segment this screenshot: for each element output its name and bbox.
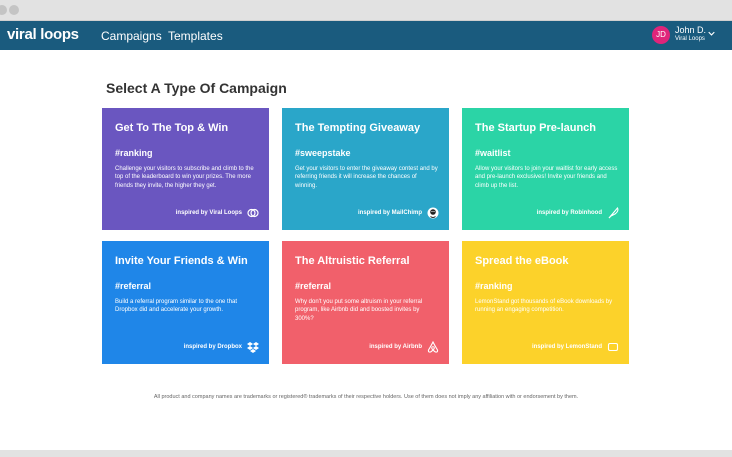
card-description: Why don't you put some altruism in your … xyxy=(295,299,423,322)
card-footer: inspired by MailChimp xyxy=(358,207,439,219)
window-dot-icon[interactable] xyxy=(9,5,19,15)
card-title: The Tempting Giveaway xyxy=(295,122,421,134)
avatar[interactable]: JD xyxy=(652,26,670,44)
card-tag: #ranking xyxy=(115,148,153,158)
card-description: Challenge your visitors to subscribe and… xyxy=(115,166,254,189)
card-footer: inspired by LemonStand xyxy=(532,341,619,353)
card-description: Build a referral program similar to the … xyxy=(115,299,238,314)
browser-chrome xyxy=(0,0,732,21)
nav-templates[interactable]: Templates xyxy=(168,29,223,43)
card-inspired-by: inspired by Robinhood xyxy=(536,210,602,216)
card-description: Get your visitors to enter the giveaway … xyxy=(295,166,438,189)
card-footer: inspired by Robinhood xyxy=(537,207,619,219)
viral-loops-logo-icon xyxy=(247,208,259,218)
top-navbar: viral loops Campaigns Templates JD John … xyxy=(0,21,732,50)
campaign-card-invite-friends[interactable]: Invite Your Friends & Win #referral Buil… xyxy=(102,241,269,364)
campaign-card-ebook[interactable]: Spread the eBook #ranking LemonStand got… xyxy=(462,241,629,364)
card-footer: inspired by Viral Loops xyxy=(176,207,259,219)
robinhood-feather-icon xyxy=(608,207,619,219)
viral-loops-logo[interactable]: viral loops xyxy=(7,26,79,43)
footer-disclaimer: All product and company names are tradem… xyxy=(153,394,579,400)
user-name[interactable]: John D. xyxy=(675,25,706,35)
card-footer: inspired by Dropbox xyxy=(184,341,259,353)
card-tag: #referral xyxy=(115,281,152,291)
card-tag: #ranking xyxy=(475,281,513,291)
bottom-bar xyxy=(0,450,732,457)
card-inspired-by: inspired by Airbnb xyxy=(369,344,422,350)
mailchimp-logo-icon xyxy=(427,207,439,219)
card-title: Invite Your Friends & Win xyxy=(115,255,248,267)
card-description: Allow your visitors to join your waitlis… xyxy=(475,166,618,189)
dropbox-logo-icon xyxy=(247,342,259,353)
card-tag: #sweepstake xyxy=(295,148,351,158)
user-org: Viral Loops xyxy=(675,36,705,42)
campaign-card-prelaunch[interactable]: The Startup Pre-launch #waitlist Allow y… xyxy=(462,108,629,230)
campaign-card-giveaway[interactable]: The Tempting Giveaway #sweepstake Get yo… xyxy=(282,108,449,230)
card-description: LemonStand got thousands of eBook downlo… xyxy=(475,299,613,314)
card-footer: inspired by Airbnb xyxy=(369,341,439,353)
card-title: The Altruistic Referral xyxy=(295,255,410,267)
campaign-card-top-win[interactable]: Get To The Top & Win #ranking Challenge … xyxy=(102,108,269,230)
card-tag: #referral xyxy=(295,281,332,291)
card-inspired-by: inspired by Dropbox xyxy=(183,344,242,350)
card-title: Spread the eBook xyxy=(475,255,569,267)
lemonstand-logo-icon xyxy=(607,342,619,352)
card-title: Get To The Top & Win xyxy=(115,122,229,134)
card-inspired-by: inspired by Viral Loops xyxy=(175,210,242,216)
page-title: Select A Type Of Campaign xyxy=(106,80,287,96)
card-tag: #waitlist xyxy=(475,148,511,158)
airbnb-logo-icon xyxy=(427,341,439,353)
campaign-card-altruistic[interactable]: The Altruistic Referral #referral Why do… xyxy=(282,241,449,364)
card-title: The Startup Pre-launch xyxy=(475,122,597,134)
window-dot-icon[interactable] xyxy=(0,5,7,15)
card-inspired-by: inspired by LemonStand xyxy=(531,344,602,350)
nav-campaigns[interactable]: Campaigns xyxy=(101,29,162,43)
chevron-down-icon[interactable] xyxy=(708,30,715,37)
card-inspired-by: inspired by MailChimp xyxy=(357,210,422,216)
